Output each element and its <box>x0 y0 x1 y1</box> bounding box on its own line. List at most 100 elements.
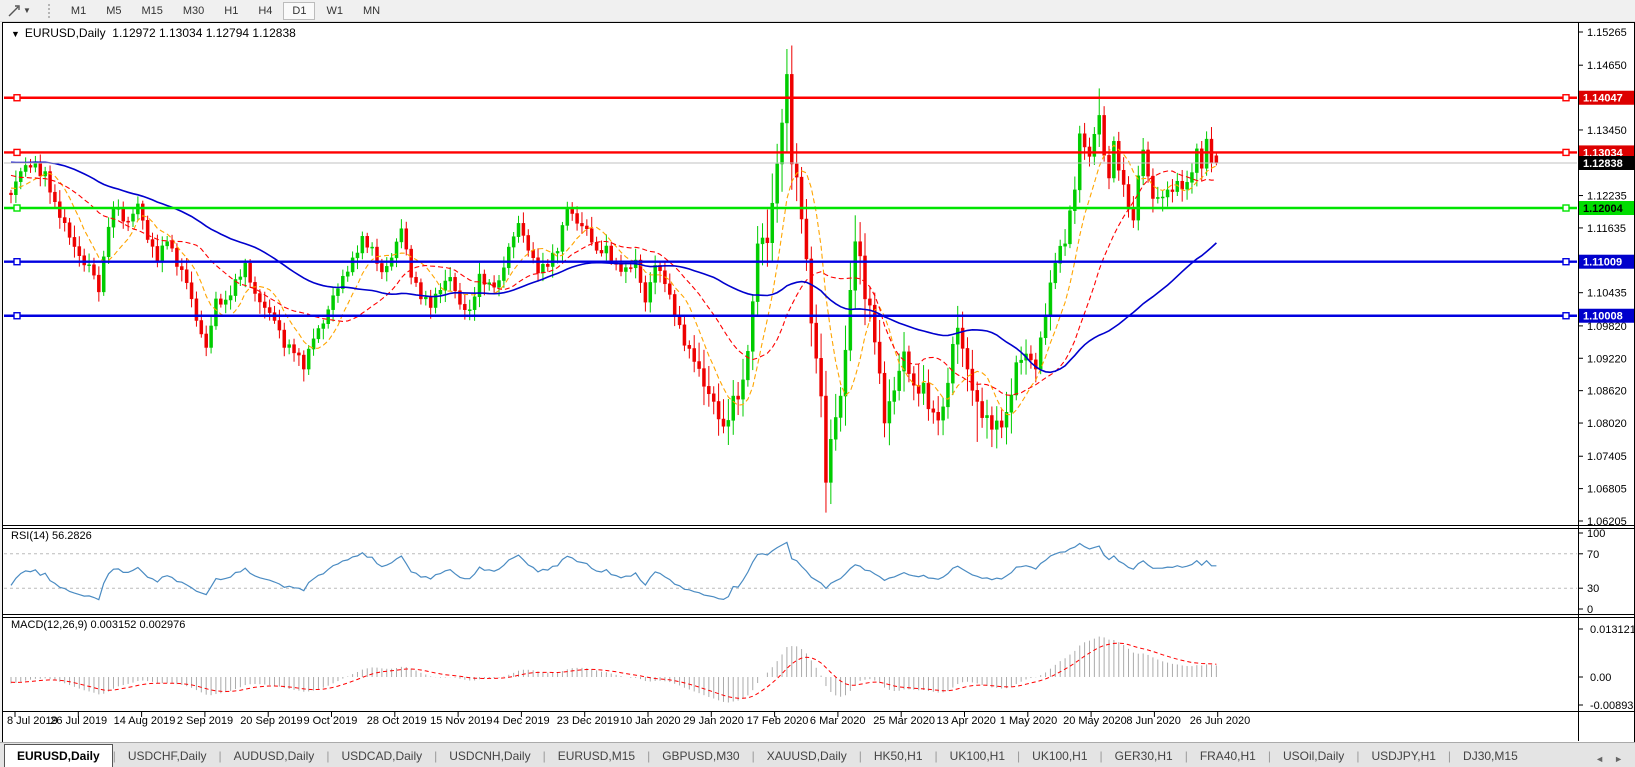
hline-handle[interactable] <box>1563 149 1569 155</box>
rsi-axis-label: 70 <box>1587 549 1599 561</box>
candle-body <box>620 264 623 271</box>
date-label: 17 Feb 2020 <box>747 715 809 727</box>
candle-body <box>473 297 476 310</box>
candle-body <box>214 299 217 326</box>
date-label: 28 Oct 2019 <box>367 715 427 727</box>
chart-tab-fra40-h1[interactable]: FRA40,H1 <box>1188 745 1268 767</box>
candle-body <box>53 192 56 202</box>
hline-handle[interactable] <box>14 95 20 101</box>
candle-body <box>415 277 418 282</box>
hline-handle[interactable] <box>14 149 20 155</box>
candle-body <box>1117 141 1120 170</box>
candle-body <box>210 326 213 348</box>
candle-body <box>1010 395 1013 412</box>
candle-body <box>976 390 979 401</box>
hline-handle[interactable] <box>14 205 20 211</box>
candle-body <box>654 265 657 282</box>
macd-axis-label: -0.008935 <box>1590 700 1634 712</box>
chart-tab-usoil-daily[interactable]: USOil,Daily <box>1271 745 1356 767</box>
candle-body <box>1166 190 1169 197</box>
hline-handle[interactable] <box>1563 313 1569 319</box>
chart-tab-usdcad-daily[interactable]: USDCAD,Daily <box>329 745 434 767</box>
candle-body <box>766 238 769 243</box>
candle-body <box>1137 176 1140 220</box>
crosshair-tool-button[interactable]: ▼ <box>1 2 37 20</box>
price-tick-label: 1.08620 <box>1587 386 1627 398</box>
candle-body <box>200 320 203 333</box>
chart-tab-usdchf-daily[interactable]: USDCHF,Daily <box>116 745 219 767</box>
timeframe-button-m1[interactable]: M1 <box>62 2 95 20</box>
candle-body <box>927 383 930 409</box>
candle-body <box>829 439 832 482</box>
macd-axis-label: 0.00 <box>1590 672 1611 684</box>
candle-body <box>190 283 193 299</box>
candle-body <box>317 329 320 339</box>
price-tick-label: 1.15265 <box>1587 27 1627 39</box>
hline-handle[interactable] <box>1563 205 1569 211</box>
candle-body <box>566 209 569 225</box>
chart-background <box>3 23 1634 742</box>
tab-scroll-controls: ◄ ► <box>1595 754 1635 767</box>
candle-body <box>502 268 505 281</box>
candle-body <box>824 396 827 482</box>
chart-tab-xauusd-daily[interactable]: XAUUSD,Daily <box>755 745 859 767</box>
toolbar-grip[interactable] <box>48 4 55 18</box>
candle-body <box>356 253 359 258</box>
chart-tab-audusd-daily[interactable]: AUDUSD,Daily <box>222 745 327 767</box>
candle-body <box>156 246 159 261</box>
hline-handle[interactable] <box>1563 95 1569 101</box>
candle-body <box>1205 139 1208 168</box>
hline-handle[interactable] <box>14 259 20 265</box>
candle-body <box>1190 173 1193 183</box>
macd-signal-value: 0.002976 <box>139 619 185 631</box>
timeframe-button-m15[interactable]: M15 <box>132 2 171 20</box>
candle-body <box>307 349 310 369</box>
chart-tab-usdcnh-daily[interactable]: USDCNH,Daily <box>437 745 542 767</box>
chart-tab-eurusd-m15[interactable]: EURUSD,M15 <box>546 745 647 767</box>
candle-body <box>405 229 408 249</box>
candle-body <box>180 267 183 270</box>
candle-body <box>629 268 632 269</box>
candle-body <box>92 265 95 275</box>
candle-body <box>878 342 881 373</box>
date-label: 15 Nov 2019 <box>430 715 492 727</box>
chart-tab-hk50-h1[interactable]: HK50,H1 <box>862 745 935 767</box>
candle-body <box>781 123 784 164</box>
rsi-axis-label: 100 <box>1587 528 1605 540</box>
hline-handle[interactable] <box>14 313 20 319</box>
candle-body <box>166 242 169 246</box>
tabs-scroll-left-icon[interactable]: ◄ <box>1595 754 1604 764</box>
application-window: ▼ M1M5M15M30H1H4D1W1MN 1.152651.146501.1… <box>0 0 1635 767</box>
candle-body <box>942 407 945 420</box>
timeframe-button-d1[interactable]: D1 <box>283 2 315 20</box>
candle-body <box>63 218 66 223</box>
chart-tab-gbpusd-m30[interactable]: GBPUSD,M30 <box>650 745 751 767</box>
chart-tab-uk100-h1[interactable]: UK100,H1 <box>1020 745 1099 767</box>
candle-body <box>727 420 730 426</box>
date-label: 14 Aug 2019 <box>114 715 176 727</box>
chart-tab-eurusd-daily[interactable]: EURUSD,Daily <box>4 744 113 767</box>
hline-handle[interactable] <box>1563 259 1569 265</box>
candle-body <box>1029 354 1032 360</box>
candle-body <box>605 246 608 253</box>
chart-tab-dj30-m15[interactable]: DJ30,M15 <box>1451 745 1530 767</box>
timeframe-button-m30[interactable]: M30 <box>174 2 213 20</box>
timeframe-button-h4[interactable]: H4 <box>249 2 281 20</box>
price-chart-canvas[interactable]: 1.152651.146501.134501.122351.116351.104… <box>3 23 1634 742</box>
timeframe-button-w1[interactable]: W1 <box>317 2 352 20</box>
candle-body <box>868 299 871 305</box>
timeframe-button-h1[interactable]: H1 <box>215 2 247 20</box>
chart-tab-usdjpy-h1[interactable]: USDJPY,H1 <box>1359 745 1447 767</box>
candle-body <box>712 394 715 402</box>
candle-body <box>1098 115 1101 134</box>
chart-tab-ger30-h1[interactable]: GER30,H1 <box>1103 745 1185 767</box>
chart-title-collapse-icon[interactable]: ▼ <box>11 29 20 39</box>
candle-body <box>854 242 857 291</box>
candle-body <box>161 246 164 261</box>
tabs-scroll-right-icon[interactable]: ► <box>1614 754 1623 764</box>
candle-body <box>68 223 71 238</box>
timeframe-button-m5[interactable]: M5 <box>97 2 130 20</box>
chart-tab-uk100-h1[interactable]: UK100,H1 <box>938 745 1017 767</box>
timeframe-button-mn[interactable]: MN <box>354 2 389 20</box>
candle-body <box>541 264 544 273</box>
